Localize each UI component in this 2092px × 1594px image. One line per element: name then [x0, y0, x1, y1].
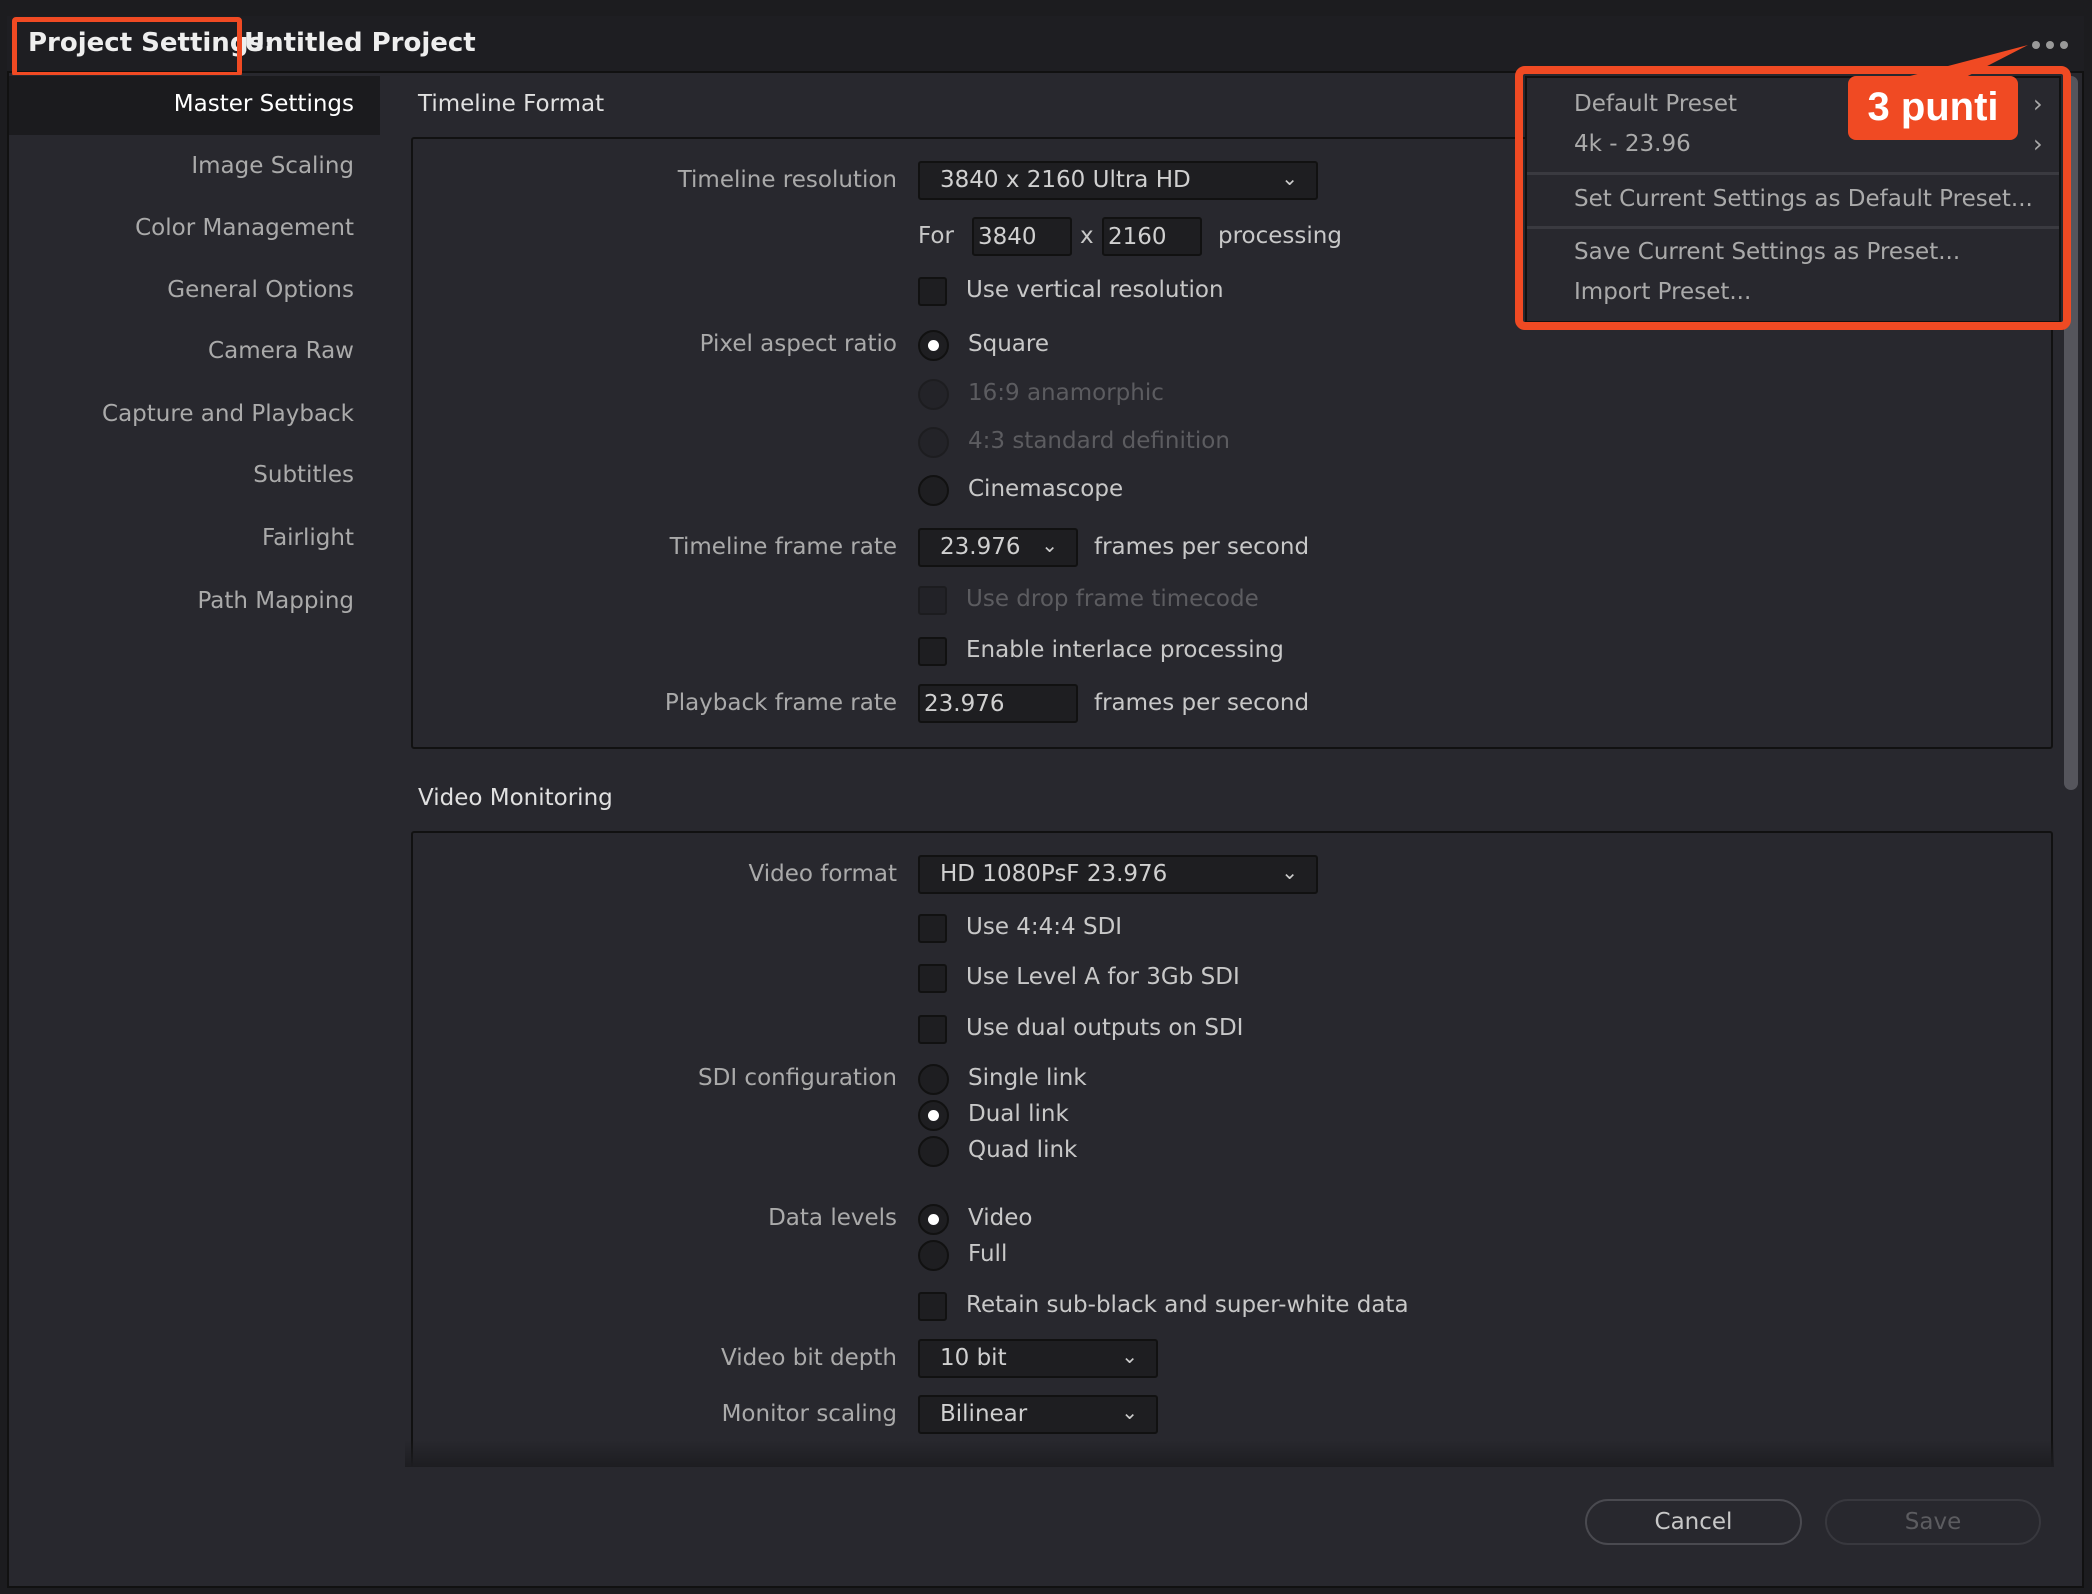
height-input[interactable]: 2160 [1102, 217, 1202, 256]
par-cinemascope-radio[interactable] [918, 475, 949, 506]
chevron-down-icon: ⌄ [1121, 1400, 1138, 1424]
retain-checkbox[interactable] [918, 1292, 947, 1321]
sdi-config-label: SDI configuration [698, 1065, 897, 1091]
par-sd-radio [918, 427, 949, 458]
chevron-down-icon: ⌄ [1281, 166, 1298, 190]
par-sd-label: 4:3 standard definition [968, 428, 1230, 454]
for-label: For [918, 223, 954, 249]
sidebar-item-camera-raw[interactable]: Camera Raw [208, 338, 354, 364]
more-options-icon-dot[interactable] [2046, 41, 2054, 49]
par-square-radio[interactable] [918, 330, 949, 361]
sidebar-item-master-settings[interactable]: Master Settings [174, 91, 354, 117]
fps-label: frames per second [1094, 534, 1310, 560]
dropdown-value: 23.976 [940, 534, 1021, 560]
levels-full-label: Full [968, 1241, 1008, 1267]
x-label: x [1080, 223, 1094, 249]
playback-rate-label: Playback frame rate [664, 690, 897, 716]
video-monitoring-panel [411, 831, 2053, 1531]
frame-rate-dropdown[interactable]: 23.976 ⌄ [918, 528, 1078, 567]
dropdown-value: Bilinear [940, 1401, 1028, 1427]
monitor-scaling-label: Monitor scaling [721, 1401, 897, 1427]
data-levels-label: Data levels [768, 1205, 897, 1231]
video-format-dropdown[interactable]: HD 1080PsF 23.976 ⌄ [918, 855, 1318, 894]
sidebar-item-subtitles[interactable]: Subtitles [253, 462, 354, 488]
sdi-dual-radio[interactable] [918, 1100, 949, 1131]
sidebar-item-path-mapping[interactable]: Path Mapping [197, 588, 354, 614]
par-anamorphic-label: 16:9 anamorphic [968, 380, 1164, 406]
sidebar-item-image-scaling[interactable]: Image Scaling [191, 153, 354, 179]
scroll-fade [405, 1440, 2054, 1467]
vertical-resolution-checkbox[interactable] [918, 277, 947, 306]
par-square-label: Square [968, 331, 1049, 357]
drop-frame-checkbox [918, 586, 947, 615]
retain-label: Retain sub-black and super-white data [966, 1292, 1409, 1318]
bit-depth-dropdown[interactable]: 10 bit ⌄ [918, 1339, 1158, 1378]
levels-full-radio[interactable] [918, 1240, 949, 1271]
sdi-single-radio[interactable] [918, 1064, 949, 1095]
sidebar-item-general-options[interactable]: General Options [167, 277, 354, 303]
sidebar-item-color-management[interactable]: Color Management [135, 215, 354, 241]
timeline-resolution-label: Timeline resolution [677, 167, 897, 193]
cancel-button[interactable]: Cancel [1585, 1499, 1802, 1545]
levels-video-label: Video [968, 1205, 1033, 1231]
level-a-label: Use Level A for 3Gb SDI [966, 964, 1240, 990]
sidebar-item-fairlight[interactable]: Fairlight [262, 525, 354, 551]
dual-outputs-checkbox[interactable] [918, 1015, 947, 1044]
dropdown-value: 3840 x 2160 Ultra HD [940, 167, 1191, 193]
pixel-aspect-label: Pixel aspect ratio [699, 331, 897, 357]
frame-rate-label: Timeline frame rate [669, 534, 897, 560]
sdi-dual-label: Dual link [968, 1101, 1069, 1127]
sdi-quad-label: Quad link [968, 1137, 1078, 1163]
level-a-checkbox[interactable] [918, 964, 947, 993]
interlace-checkbox[interactable] [918, 637, 947, 666]
processing-label: processing [1218, 223, 1342, 249]
save-button: Save [1825, 1499, 2041, 1545]
section-title-timeline-format: Timeline Format [418, 91, 605, 117]
levels-video-radio[interactable] [918, 1204, 949, 1235]
sdi444-label: Use 4:4:4 SDI [966, 914, 1123, 940]
chevron-down-icon: ⌄ [1281, 860, 1298, 884]
annotation-box-title [12, 17, 242, 77]
monitor-scaling-dropdown[interactable]: Bilinear ⌄ [918, 1395, 1158, 1434]
sdi-quad-radio[interactable] [918, 1136, 949, 1167]
playback-rate-input[interactable]: 23.976 [918, 684, 1078, 723]
vertical-resolution-label: Use vertical resolution [966, 277, 1224, 303]
timeline-resolution-dropdown[interactable]: 3840 x 2160 Ultra HD ⌄ [918, 161, 1318, 200]
title-project: Untitled Project [244, 28, 476, 58]
interlace-label: Enable interlace processing [966, 637, 1284, 663]
chevron-down-icon: ⌄ [1041, 533, 1058, 557]
dual-outputs-label: Use dual outputs on SDI [966, 1015, 1244, 1041]
chevron-down-icon: ⌄ [1121, 1344, 1138, 1368]
width-input[interactable]: 3840 [972, 217, 1072, 256]
dropdown-value: HD 1080PsF 23.976 [940, 861, 1168, 887]
drop-frame-label: Use drop frame timecode [966, 586, 1259, 612]
section-title-video-monitoring: Video Monitoring [418, 785, 613, 811]
more-options-icon-dot[interactable] [2060, 41, 2068, 49]
sdi444-checkbox[interactable] [918, 914, 947, 943]
par-cinemascope-label: Cinemascope [968, 476, 1124, 502]
annotation-pointer-shape [1910, 45, 2028, 80]
annotation-label: 3 punti [1848, 76, 2018, 140]
playback-fps-label: frames per second [1094, 690, 1310, 716]
sidebar-item-capture-playback[interactable]: Capture and Playback [102, 401, 354, 427]
par-anamorphic-radio [918, 379, 949, 410]
dropdown-value: 10 bit [940, 1345, 1007, 1371]
video-format-label: Video format [748, 861, 898, 887]
sdi-single-label: Single link [968, 1065, 1087, 1091]
bit-depth-label: Video bit depth [720, 1345, 897, 1371]
